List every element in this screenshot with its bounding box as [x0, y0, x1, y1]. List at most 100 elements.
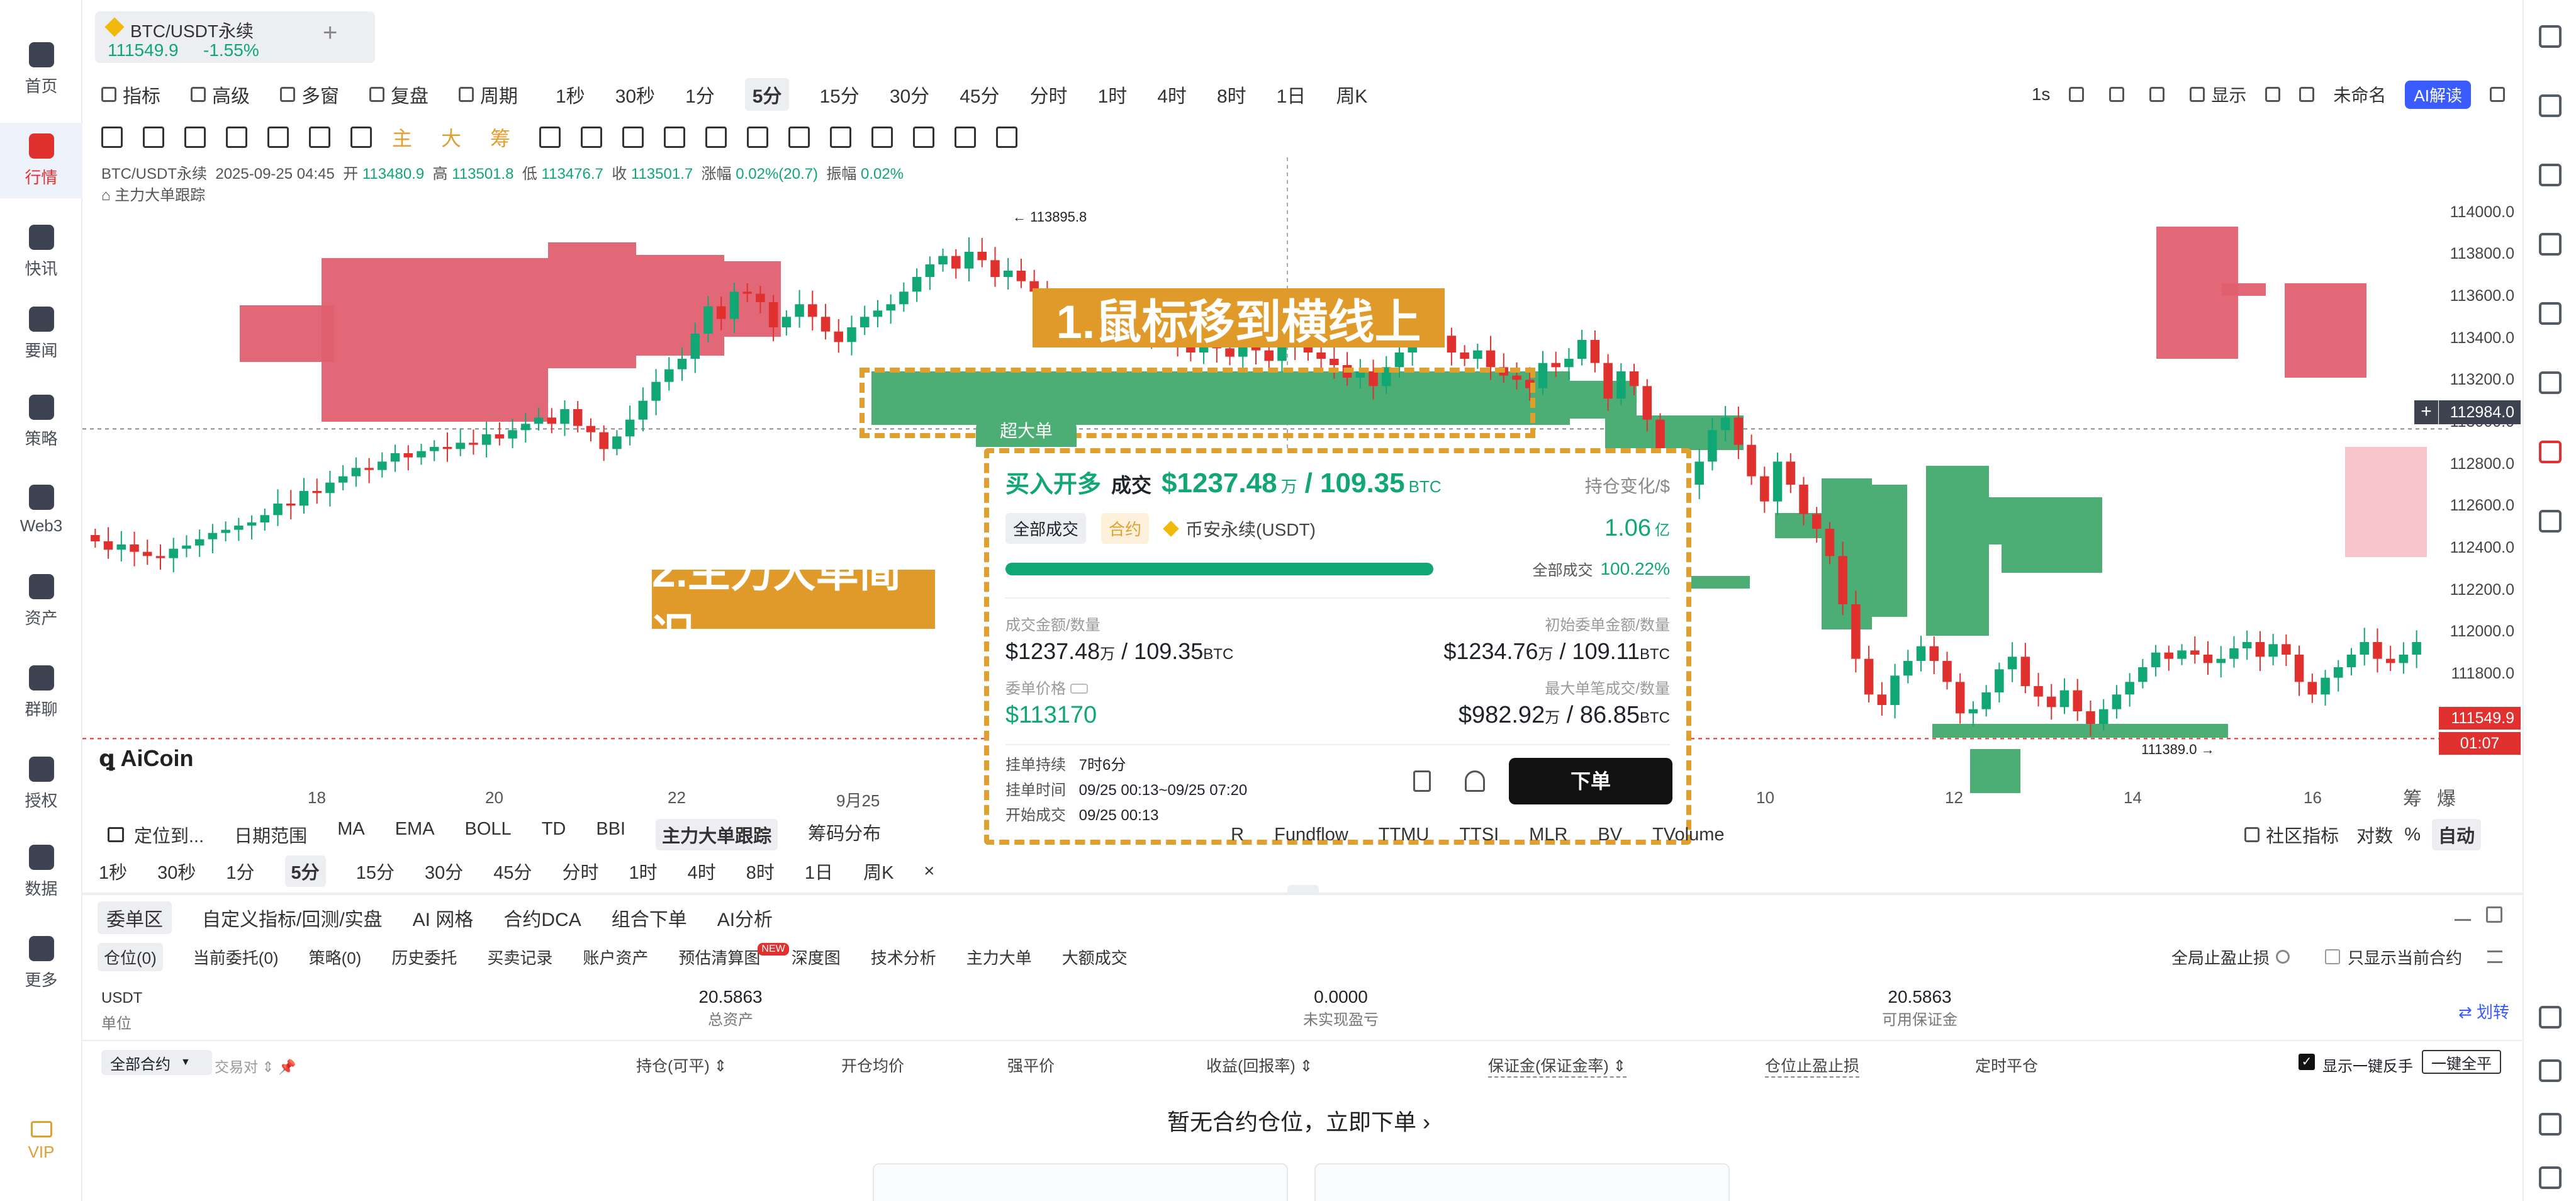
pattern-icon[interactable] — [830, 127, 852, 148]
note-icon[interactable] — [788, 127, 810, 148]
draw-mode-2[interactable]: 筹 — [490, 123, 510, 152]
place-order-button[interactable]: 下单 — [1509, 758, 1672, 804]
panel-subtab-5[interactable]: 账户资产 — [583, 945, 648, 969]
nav-item-10[interactable]: 更多 — [0, 925, 82, 1001]
interval-1s[interactable]: 1s — [2032, 84, 2051, 104]
log-toggle[interactable]: 对数 — [2356, 821, 2393, 848]
panel-subtab-4[interactable]: 买卖记录 — [487, 945, 552, 969]
layout-name[interactable]: 未命名 — [2333, 82, 2386, 107]
toolbar-item-4[interactable]: 周期 — [459, 81, 518, 108]
fullscreen-icon[interactable] — [2299, 87, 2315, 102]
trash-icon[interactable] — [913, 127, 935, 148]
toolbar-item-1[interactable]: 高级 — [191, 81, 250, 108]
trend-icon[interactable] — [2539, 233, 2562, 256]
camera-icon[interactable] — [2069, 87, 2085, 102]
panel-subtab-9[interactable]: 主力大单 — [966, 945, 1032, 969]
locate-button[interactable]: 定位到... — [134, 821, 204, 848]
sell-order-block[interactable] — [636, 255, 724, 356]
indicator-right-6[interactable]: TVolume — [1652, 825, 1724, 845]
copy-icon[interactable] — [622, 127, 644, 148]
close-all-button[interactable]: 一键全平 — [2422, 1050, 2501, 1074]
popout-icon[interactable] — [2486, 906, 2502, 923]
nav-item-0[interactable]: 首页 — [0, 31, 82, 107]
liquidation-corner[interactable]: 爆 — [2437, 783, 2456, 811]
filter-icon[interactable] — [871, 127, 893, 148]
panel-subtab-1[interactable]: 当前委托(0) — [193, 945, 279, 969]
buy-order-block[interactable] — [2002, 535, 2102, 573]
period-7[interactable]: 分时 — [562, 858, 598, 884]
promo-card-2[interactable] — [1314, 1163, 1730, 1201]
auto-toggle[interactable]: 自动 — [2431, 819, 2481, 850]
toolbar-item-5[interactable]: 1秒 — [556, 81, 585, 108]
list-icon[interactable] — [2487, 950, 2503, 963]
toolbar-item-11[interactable]: 45分 — [960, 81, 999, 108]
period-8[interactable]: 1时 — [629, 858, 658, 884]
nav-item-6[interactable]: 资产 — [0, 563, 82, 639]
parallel-icon[interactable] — [143, 127, 164, 148]
display-button[interactable]: 显示 — [2211, 82, 2246, 107]
nav-item-5[interactable]: Web3 — [0, 472, 82, 548]
sell-order-block[interactable] — [240, 305, 334, 362]
nav-item-8[interactable]: 授权 — [0, 746, 82, 821]
buy-order-block[interactable] — [1932, 724, 2228, 738]
transfer-button[interactable]: ⇄ 划转 — [2458, 1000, 2509, 1023]
toolbar-item-3[interactable]: 复盘 — [369, 81, 428, 108]
ray-icon[interactable] — [226, 127, 247, 148]
indicator-right-1[interactable]: Fundflow — [1274, 825, 1348, 845]
crosshair-plus-icon[interactable]: + — [2414, 400, 2438, 424]
toolbar-item-15[interactable]: 8时 — [1217, 81, 1246, 108]
period-9[interactable]: 4时 — [688, 858, 716, 884]
col-pair[interactable]: 交易对 ⇕ 📌 — [215, 1055, 296, 1076]
contract-filter-select[interactable]: 全部合约 ▼ — [101, 1050, 212, 1075]
link-icon[interactable] — [747, 127, 769, 148]
percent-toggle[interactable]: % — [2404, 825, 2421, 845]
panel-tab-2[interactable]: AI 网格 — [413, 904, 474, 932]
robot-icon[interactable] — [2539, 441, 2562, 463]
period-2[interactable]: 1分 — [226, 858, 254, 884]
draw-mode-1[interactable]: 大 — [441, 123, 461, 152]
toolbar-item-17[interactable]: 周K — [1336, 81, 1367, 108]
col-pnl[interactable]: 收益(回报率) ⇕ — [1206, 1054, 1313, 1076]
global-stop-button[interactable]: 全局止盈止损 — [2171, 945, 2270, 969]
display-icon[interactable] — [2190, 87, 2205, 102]
sell-order-block[interactable] — [2222, 283, 2266, 296]
toolbar-item-13[interactable]: 1时 — [1098, 81, 1128, 108]
toolbar-item-14[interactable]: 4时 — [1157, 81, 1187, 108]
toolbar-item-9[interactable]: 15分 — [819, 81, 859, 108]
pencil-icon[interactable] — [2109, 87, 2125, 102]
sell-order-block[interactable] — [322, 258, 548, 422]
pen-icon[interactable] — [705, 127, 727, 148]
nav-item-4[interactable]: 策略 — [0, 384, 82, 460]
community-icon[interactable] — [2244, 827, 2260, 842]
promo-card-1[interactable] — [873, 1163, 1288, 1201]
toolbar-item-12[interactable]: 分时 — [1030, 81, 1068, 108]
filter-contract-button[interactable]: 合约 — [1101, 513, 1150, 544]
toolbar-item-16[interactable]: 1日 — [1277, 81, 1306, 108]
chip-dist-corner[interactable]: 筹 — [2403, 783, 2422, 811]
assistant-icon[interactable] — [2539, 1166, 2562, 1189]
toolbar-item-7[interactable]: 1分 — [685, 81, 715, 108]
nav-item-7[interactable]: 群聊 — [0, 655, 82, 730]
collapse-handle-icon[interactable] — [1287, 885, 1319, 895]
more-dots-icon[interactable] — [350, 127, 372, 148]
indicator-5[interactable]: 主力大单跟踪 — [656, 819, 778, 850]
period-5[interactable]: 30分 — [425, 858, 463, 884]
settings-icon[interactable] — [2265, 87, 2281, 102]
toolbar-item-8[interactable]: 5分 — [744, 78, 790, 111]
indicator-3[interactable]: TD — [542, 819, 566, 850]
lock-draw-icon[interactable] — [539, 127, 561, 148]
ai-interpret-button[interactable]: AI解读 — [2405, 80, 2471, 109]
col-margin[interactable]: 保证金(保证金率) ⇕ — [1488, 1054, 1627, 1078]
panel-subtab-8[interactable]: 技术分析 — [871, 945, 936, 969]
redo-arrow-icon[interactable] — [996, 127, 1018, 148]
panel-tab-3[interactable]: 合约DCA — [503, 904, 581, 932]
sell-order-block[interactable] — [2285, 283, 2366, 378]
panel-tab-0[interactable]: 委单区 — [98, 901, 172, 934]
show-reverse-checkbox[interactable]: ✓ — [2299, 1054, 2315, 1070]
period-6[interactable]: 45分 — [493, 858, 532, 884]
period-0[interactable]: 1秒 — [99, 858, 127, 884]
period-4[interactable]: 15分 — [356, 858, 395, 884]
period-1[interactable]: 30秒 — [157, 858, 196, 884]
sidebar-list-icon[interactable] — [2539, 25, 2562, 48]
panel-subtab-10[interactable]: 大额成交 — [1062, 945, 1128, 969]
